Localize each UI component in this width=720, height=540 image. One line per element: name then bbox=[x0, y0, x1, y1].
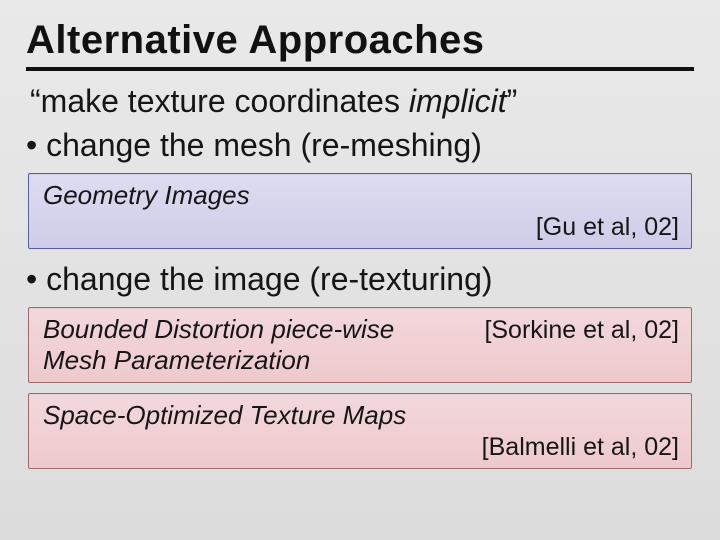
card-geometry-images: Geometry Images [Gu et al, 02] bbox=[28, 173, 692, 249]
card-citation: [Balmelli et al, 02] bbox=[43, 433, 679, 462]
tagline: “make texture coordinates implicit” bbox=[30, 81, 694, 121]
card-title: Geometry Images bbox=[43, 180, 250, 210]
slide-title: Alternative Approaches bbox=[26, 18, 694, 63]
open-quote: “ bbox=[30, 83, 41, 119]
bullet-retexture: change the image (re-texturing) bbox=[26, 259, 694, 299]
card-citation: [Sorkine et al, 02] bbox=[484, 316, 679, 345]
bullet-remesh: change the mesh (re-meshing) bbox=[26, 125, 694, 165]
card-citation: [Gu et al, 02] bbox=[43, 213, 679, 242]
card-space-optimized: Space-Optimized Texture Maps [Balmelli e… bbox=[28, 393, 692, 469]
card-title: Bounded Distortion piece-wise Mesh Param… bbox=[43, 314, 463, 376]
close-quote: ” bbox=[507, 83, 518, 119]
card-title: Space-Optimized Texture Maps bbox=[43, 400, 406, 430]
tagline-em: implicit bbox=[409, 83, 507, 119]
slide: Alternative Approaches “make texture coo… bbox=[0, 0, 720, 540]
title-rule bbox=[26, 67, 694, 71]
card-bounded-distortion: [Sorkine et al, 02] Bounded Distortion p… bbox=[28, 307, 692, 383]
tagline-text: make texture coordinates bbox=[41, 83, 409, 119]
